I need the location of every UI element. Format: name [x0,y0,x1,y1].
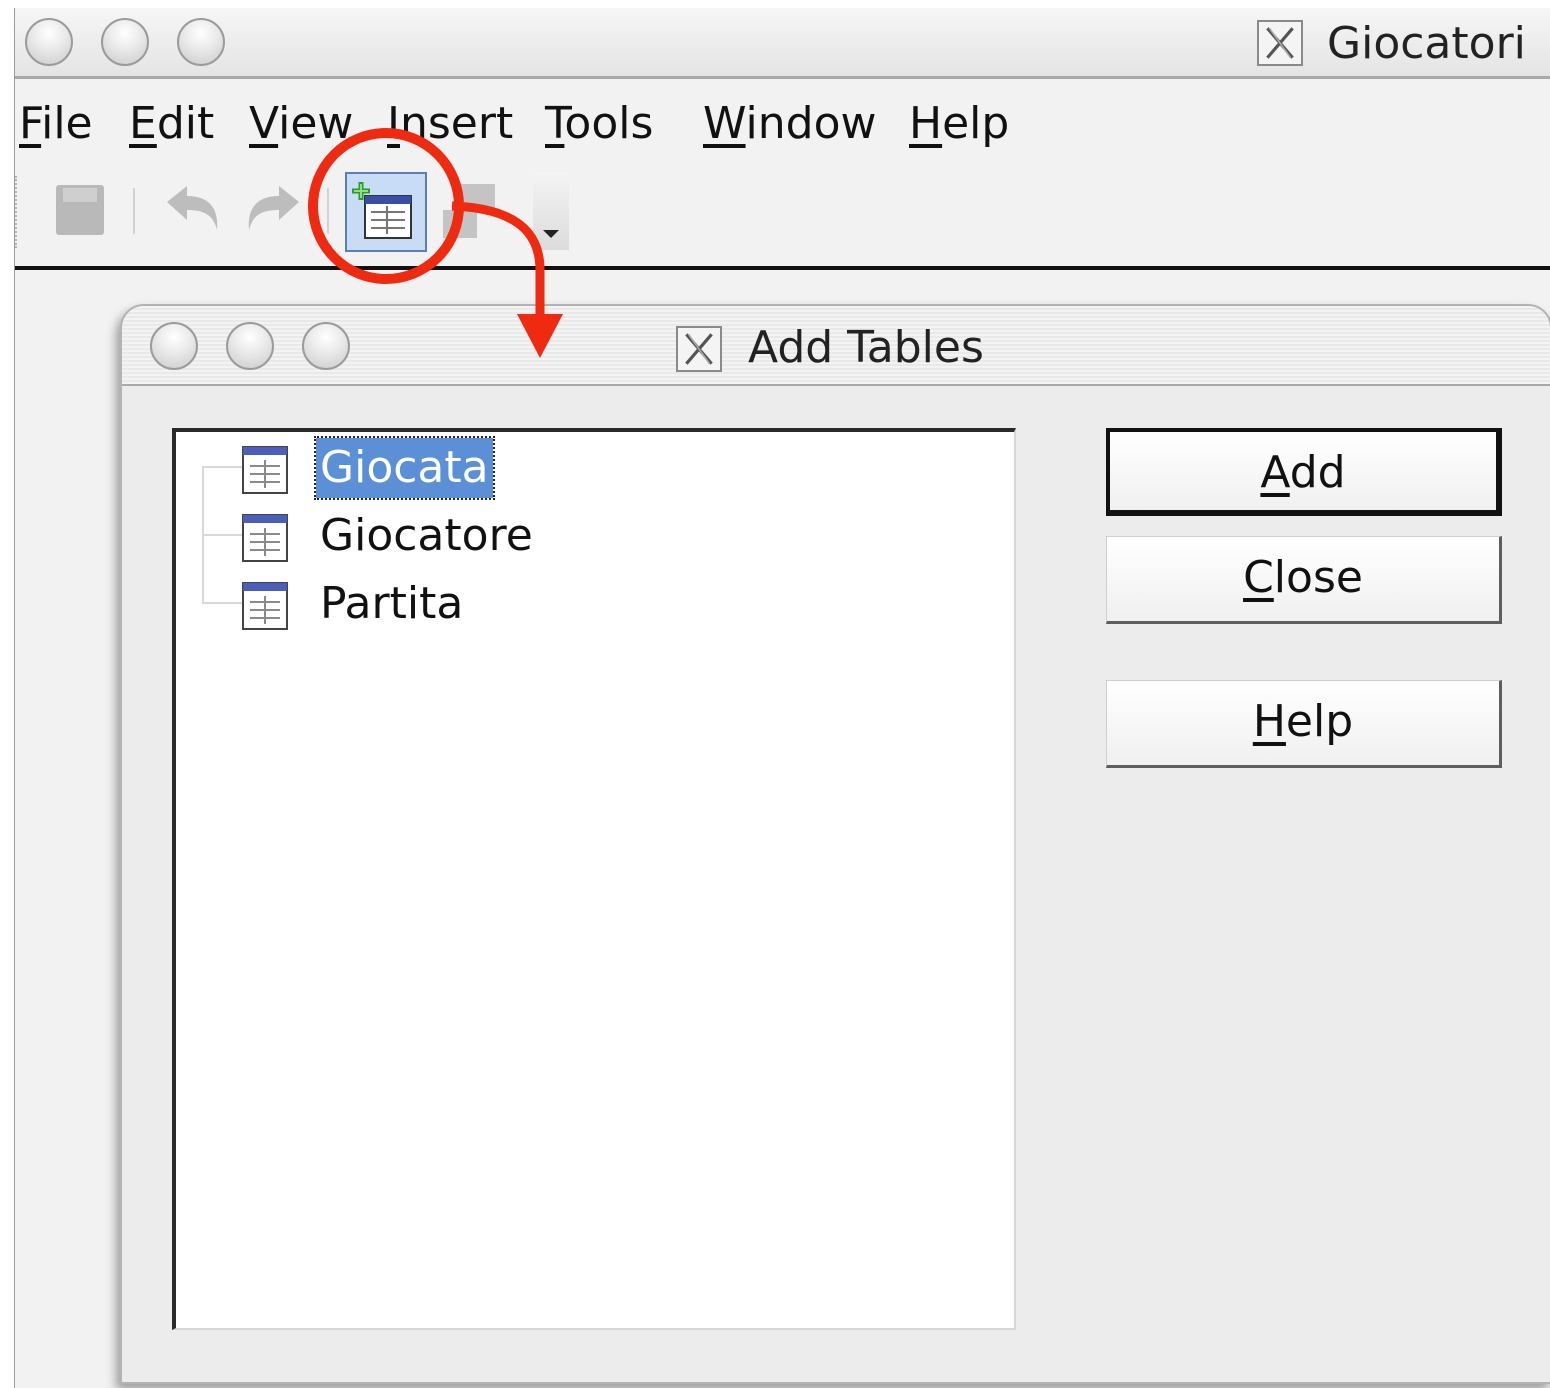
menu-file[interactable]: File [19,98,93,149]
toolbar-grip[interactable] [15,176,21,248]
toolbar-separator [133,188,135,234]
undo-icon[interactable] [163,180,225,240]
main-titlebar: Giocatori [15,8,1550,79]
save-icon[interactable] [55,184,105,236]
dialog-titlebar: Add Tables [122,306,1550,386]
tree-line [202,602,242,604]
dialog-title: Add Tables [748,322,984,373]
dialog-close-button[interactable] [150,322,198,370]
table-item-label: Giocatore [320,510,533,561]
dialog-zoom-button[interactable] [302,322,350,370]
table-item-label: Partita [320,578,464,629]
menu-window[interactable]: Window [703,98,877,149]
menu-view[interactable]: View [249,98,353,149]
add-button[interactable]: Add [1106,428,1502,516]
x11-icon [1257,20,1303,66]
table-icon [242,514,288,562]
toolbar-separator [327,188,329,234]
minimize-window-button[interactable] [101,18,149,66]
toolbar [15,166,1550,262]
toolbar-overflow-button[interactable] [533,172,569,250]
dialog-minimize-button[interactable] [226,322,274,370]
menu-insert[interactable]: Insert [387,98,513,149]
window-title: Giocatori [1327,18,1526,69]
add-tables-icon [352,182,412,239]
menubar: File Edit View Insert Tools Window Help [15,88,1550,164]
x11-icon [676,326,722,372]
table-icon [242,446,288,494]
table-icon [242,582,288,630]
tree-line [202,466,242,468]
add-tables-button[interactable] [345,172,427,252]
help-button[interactable]: Help [1106,680,1502,768]
menu-tools[interactable]: Tools [545,98,653,149]
toolbar-overflow-icon [543,230,559,238]
relations-icon[interactable] [439,180,501,244]
close-button[interactable]: Close [1106,536,1502,624]
toolbar-divider [15,266,1550,270]
table-item-label: Giocata [314,436,495,500]
menu-edit[interactable]: Edit [129,98,214,149]
close-window-button[interactable] [25,18,73,66]
zoom-window-button[interactable] [177,18,225,66]
table-list[interactable]: Giocata Giocatore Partita [172,428,1016,1330]
redo-icon[interactable] [241,180,303,240]
menu-help[interactable]: Help [909,98,1009,149]
add-tables-dialog: Add Tables Giocata Giocatore Partita Add… [120,304,1550,1384]
tree-line [202,534,242,536]
